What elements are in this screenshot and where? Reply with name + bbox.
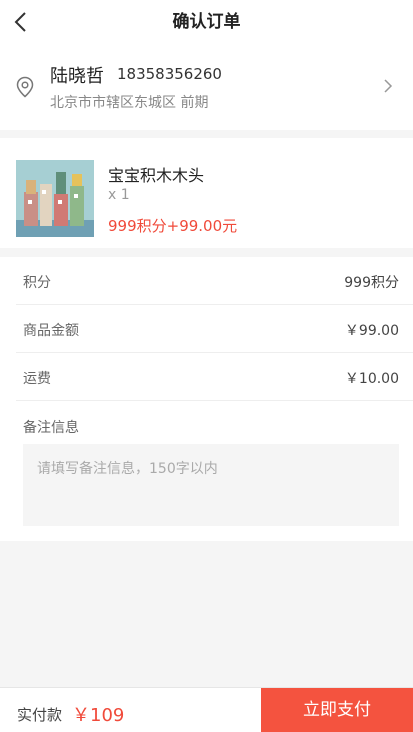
actual-payment-amount: ￥109 bbox=[72, 705, 125, 726]
summary-value: ￥10.00 bbox=[344, 371, 399, 387]
recipient-name: 陆晓哲 bbox=[50, 66, 104, 87]
product-image bbox=[16, 160, 94, 237]
summary-label: 运费 bbox=[23, 371, 51, 387]
shipping-address-card[interactable]: 陆晓哲 18358356260 北京市市辖区东城区 前期 bbox=[0, 44, 413, 171]
summary-row-shipping: 运费 ￥10.00 bbox=[16, 353, 413, 401]
location-pin-icon bbox=[16, 76, 34, 98]
page-title: 确认订单 bbox=[172, 12, 241, 32]
recipient-phone: 18358356260 bbox=[117, 65, 222, 83]
actual-payment-label: 实付款 bbox=[17, 706, 63, 724]
pay-now-button[interactable]: 立即支付 bbox=[261, 688, 413, 732]
remarks-label: 备注信息 bbox=[23, 420, 79, 436]
product-name: 宝宝积木木头 bbox=[108, 166, 205, 185]
order-product-card: 宝宝积木木头 x 1 999积分+99.00元 bbox=[0, 138, 413, 248]
summary-value: 999积分 bbox=[344, 275, 399, 291]
address-detail: 北京市市辖区东城区 前期 bbox=[50, 95, 209, 111]
summary-label: 积分 bbox=[23, 275, 51, 291]
summary-label: 商品金额 bbox=[23, 323, 79, 339]
product-quantity: x 1 bbox=[108, 187, 130, 203]
remarks-input[interactable] bbox=[23, 444, 399, 526]
top-nav-bar: 确认订单 bbox=[0, 0, 413, 44]
product-price: 999积分+99.00元 bbox=[108, 217, 238, 235]
payment-footer: 实付款 ￥109 立即支付 bbox=[0, 687, 413, 732]
summary-value: ￥99.00 bbox=[344, 323, 399, 339]
summary-row-points: 积分 999积分 bbox=[16, 257, 413, 305]
order-summary: 积分 999积分 商品金额 ￥99.00 运费 ￥10.00 备注信息 bbox=[0, 257, 413, 541]
summary-row-goods-amount: 商品金额 ￥99.00 bbox=[16, 305, 413, 353]
chevron-right-icon bbox=[384, 79, 393, 93]
